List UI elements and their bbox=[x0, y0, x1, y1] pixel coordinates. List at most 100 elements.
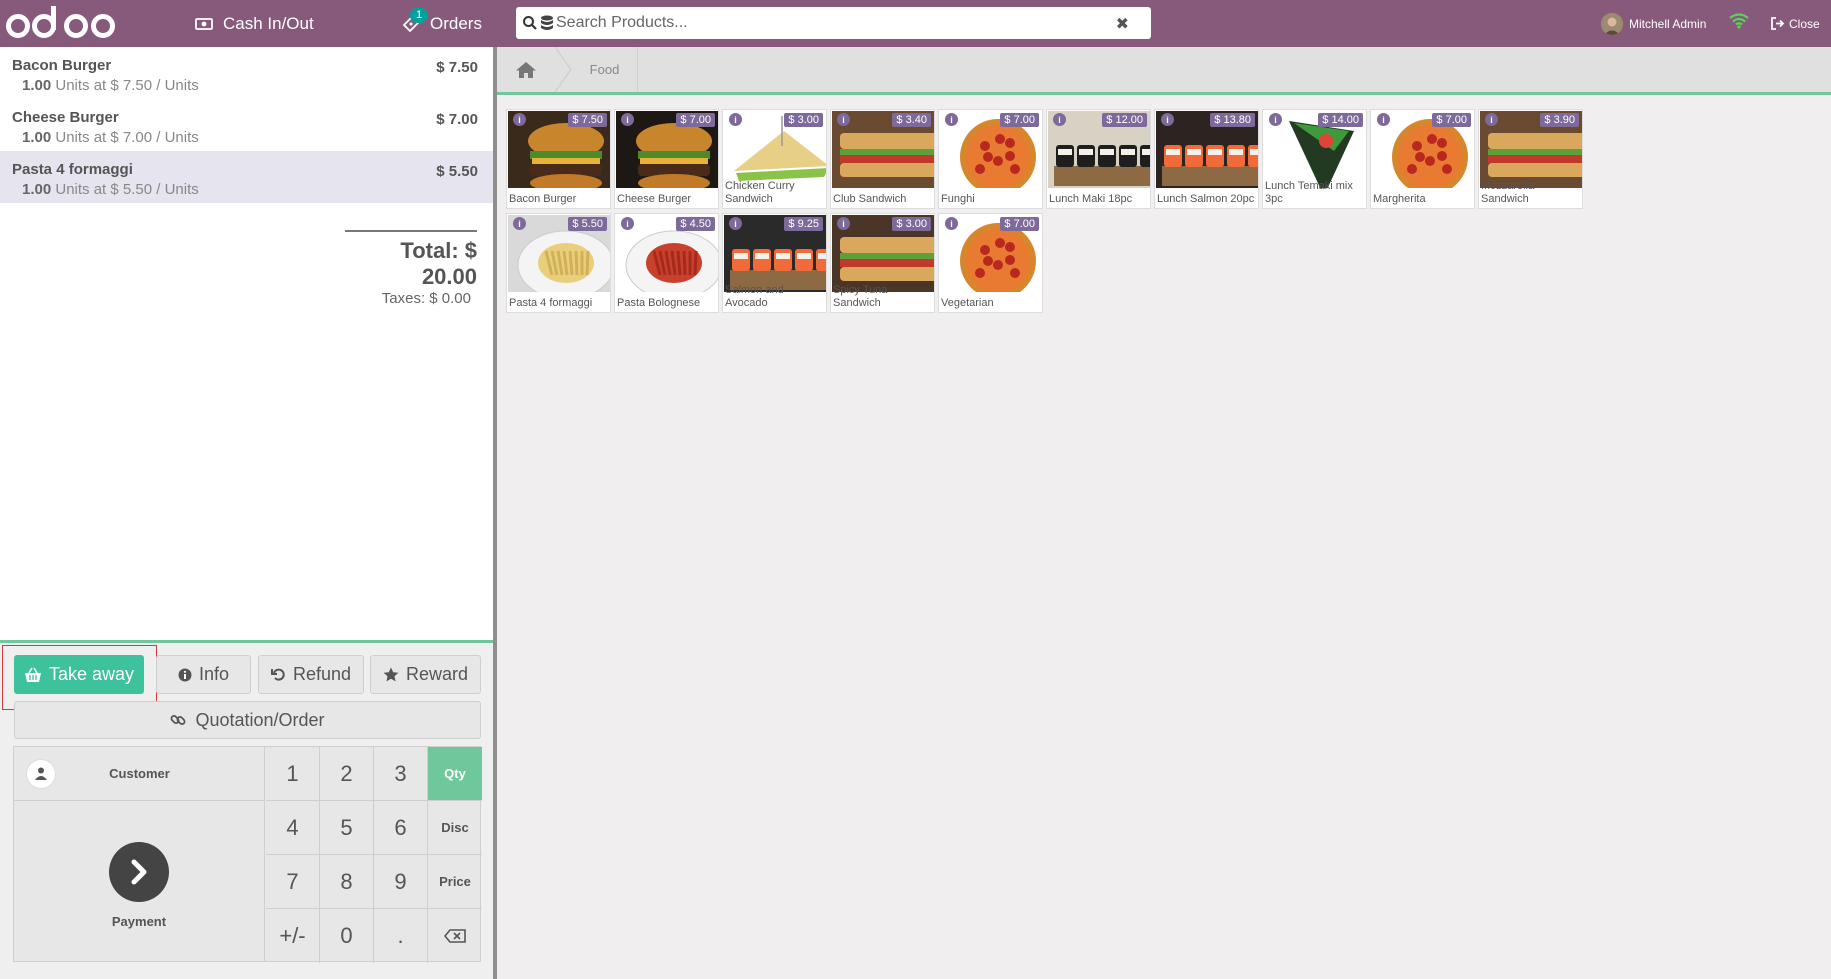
product-price: $ 13.80 bbox=[1210, 113, 1255, 127]
product-info-icon[interactable]: i bbox=[837, 113, 850, 126]
product-name: Lunch Salmon 20pc bbox=[1157, 193, 1255, 205]
numpad-key-7[interactable]: 7 bbox=[266, 855, 320, 909]
customer-button[interactable]: Customer bbox=[14, 747, 265, 801]
refund-label: Refund bbox=[292, 664, 352, 684]
money-icon bbox=[195, 17, 213, 31]
product-info-icon[interactable]: i bbox=[1377, 113, 1390, 126]
product-info-icon[interactable]: i bbox=[621, 113, 634, 126]
orderline-price: $ 5.50 bbox=[436, 163, 478, 180]
product-info-icon[interactable]: i bbox=[1053, 113, 1066, 126]
numpad-key-4[interactable]: 4 bbox=[266, 801, 320, 855]
database-icon bbox=[540, 15, 554, 31]
info-button[interactable]: Info bbox=[156, 655, 251, 694]
product-info-icon[interactable]: i bbox=[945, 113, 958, 126]
product-info-icon[interactable]: i bbox=[513, 217, 526, 230]
take-away-label: Take away bbox=[48, 664, 135, 684]
product-card[interactable]: i $ 5.50 Pasta 4 formaggi bbox=[506, 213, 611, 313]
disc-mode-button[interactable]: Disc bbox=[428, 801, 482, 855]
user-menu[interactable]: Mitchell Admin bbox=[1601, 0, 1706, 47]
customer-label: Customer bbox=[109, 766, 170, 781]
orderline-detail: Units at $ 5.50 / Units bbox=[55, 181, 199, 198]
orders-count-badge: 1 bbox=[410, 8, 429, 23]
odoo-logo bbox=[6, 6, 115, 38]
reward-button[interactable]: Reward bbox=[370, 655, 481, 694]
product-info-icon[interactable]: i bbox=[513, 113, 526, 126]
product-card[interactable]: i $ 7.00 Cheese Burger bbox=[614, 109, 719, 209]
product-card[interactable]: i $ 7.00 Margherita bbox=[1370, 109, 1475, 209]
payment-button[interactable]: Payment bbox=[14, 801, 265, 962]
product-price: $ 7.00 bbox=[1000, 217, 1039, 231]
clear-search-icon[interactable]: ✖ bbox=[1116, 14, 1129, 34]
chevron-right-icon bbox=[109, 842, 169, 902]
product-info-icon[interactable]: i bbox=[621, 217, 634, 230]
product-card[interactable]: i $ 7.50 Bacon Burger bbox=[506, 109, 611, 209]
product-price: $ 9.25 bbox=[784, 217, 823, 231]
product-price: $ 3.00 bbox=[784, 113, 823, 127]
product-price: $ 3.90 bbox=[1540, 113, 1579, 127]
orderline-detail: Units at $ 7.50 / Units bbox=[55, 77, 199, 94]
qty-mode-button[interactable]: Qty bbox=[428, 747, 482, 801]
product-card[interactable]: i $ 3.40 Club Sandwich bbox=[830, 109, 935, 209]
orderline-info: 1.00 Units at $ 5.50 / Units bbox=[12, 181, 477, 198]
numpad-key-2[interactable]: 2 bbox=[320, 747, 374, 801]
product-card[interactable]: i $ 9.25 Salmon and Avocado bbox=[722, 213, 827, 313]
refund-button[interactable]: Refund bbox=[258, 655, 364, 694]
product-name: Vegetarian bbox=[941, 297, 994, 309]
product-card[interactable]: i $ 3.90 Mozzarella Sandwich bbox=[1478, 109, 1583, 209]
orderline[interactable]: Cheese Burger $ 7.00 1.00 Units at $ 7.00 … bbox=[0, 99, 493, 151]
home-icon bbox=[515, 61, 537, 79]
product-info-icon[interactable]: i bbox=[1485, 113, 1498, 126]
numpad-key-6[interactable]: 6 bbox=[374, 801, 428, 855]
numpad-key-dot[interactable]: . bbox=[374, 909, 428, 963]
quotation-order-button[interactable]: Quotation/Order bbox=[14, 701, 481, 739]
order-panel: Bacon Burger $ 7.50 1.00 Units at $ 7.50 /… bbox=[0, 47, 497, 979]
numpad-key-5[interactable]: 5 bbox=[320, 801, 374, 855]
numpad-key-1[interactable]: 1 bbox=[266, 747, 320, 801]
orders-button[interactable]: 1 Orders bbox=[402, 0, 482, 47]
cash-in-out-label: Cash In/Out bbox=[223, 13, 314, 33]
numpad-key-9[interactable]: 9 bbox=[374, 855, 428, 909]
numpad-key-plus-minus[interactable]: +/- bbox=[266, 909, 320, 963]
breadcrumb-food[interactable]: Food bbox=[572, 47, 638, 92]
product-info-icon[interactable]: i bbox=[837, 217, 850, 230]
undo-icon bbox=[270, 667, 286, 682]
product-info-icon[interactable]: i bbox=[945, 217, 958, 230]
product-info-icon[interactable]: i bbox=[1161, 113, 1174, 126]
cash-in-out-button[interactable]: Cash In/Out bbox=[195, 0, 314, 47]
product-card[interactable]: i $ 14.00 Lunch Temaki mix 3pc bbox=[1262, 109, 1367, 209]
orderline[interactable]: Pasta 4 formaggi $ 5.50 1.00 Units at $ 5.… bbox=[0, 151, 493, 203]
close-label: Close bbox=[1789, 16, 1820, 31]
sign-out-icon bbox=[1771, 17, 1785, 30]
order-summary: Total: $ 20.00 Taxes: $ 0.00 bbox=[345, 230, 477, 307]
product-card[interactable]: i $ 3.00 Spicy Tuna Sandwich bbox=[830, 213, 935, 313]
backspace-icon bbox=[444, 929, 466, 943]
price-mode-button[interactable]: Price bbox=[428, 855, 482, 909]
product-info-icon[interactable]: i bbox=[729, 217, 742, 230]
numpad-key-3[interactable]: 3 bbox=[374, 747, 428, 801]
product-card[interactable]: i $ 12.00 Lunch Maki 18pc bbox=[1046, 109, 1151, 209]
numpad-key-8[interactable]: 8 bbox=[320, 855, 374, 909]
close-button[interactable]: Close bbox=[1771, 0, 1820, 47]
product-price: $ 7.00 bbox=[676, 113, 715, 127]
product-card[interactable]: i $ 3.00 Chicken Curry Sandwich bbox=[722, 109, 827, 209]
category-breadcrumb: Food bbox=[497, 47, 1831, 95]
product-info-icon[interactable]: i bbox=[729, 113, 742, 126]
search-input[interactable] bbox=[556, 9, 1116, 37]
product-info-icon[interactable]: i bbox=[1269, 113, 1282, 126]
numpad-key-0[interactable]: 0 bbox=[320, 909, 374, 963]
product-name: Funghi bbox=[941, 193, 975, 205]
product-card[interactable]: i $ 7.00 Funghi bbox=[938, 109, 1043, 209]
product-name: Cheese Burger bbox=[617, 193, 691, 205]
home-button[interactable] bbox=[497, 47, 555, 92]
product-card[interactable]: i $ 13.80 Lunch Salmon 20pc bbox=[1154, 109, 1259, 209]
orderline[interactable]: Bacon Burger $ 7.50 1.00 Units at $ 7.50 /… bbox=[0, 47, 493, 99]
product-card[interactable]: i $ 4.50 Pasta Bolognese bbox=[614, 213, 719, 313]
orderline-info: 1.00 Units at $ 7.50 / Units bbox=[12, 77, 477, 94]
control-pad: Take away Info Refund Reward Quotation/O bbox=[0, 640, 493, 979]
product-name: Bacon Burger bbox=[509, 193, 577, 205]
basket-icon bbox=[24, 667, 42, 683]
product-card[interactable]: i $ 7.00 Vegetarian bbox=[938, 213, 1043, 313]
backspace-button[interactable] bbox=[428, 909, 482, 963]
product-name: Margherita bbox=[1373, 193, 1426, 205]
take-away-button[interactable]: Take away bbox=[14, 655, 144, 694]
